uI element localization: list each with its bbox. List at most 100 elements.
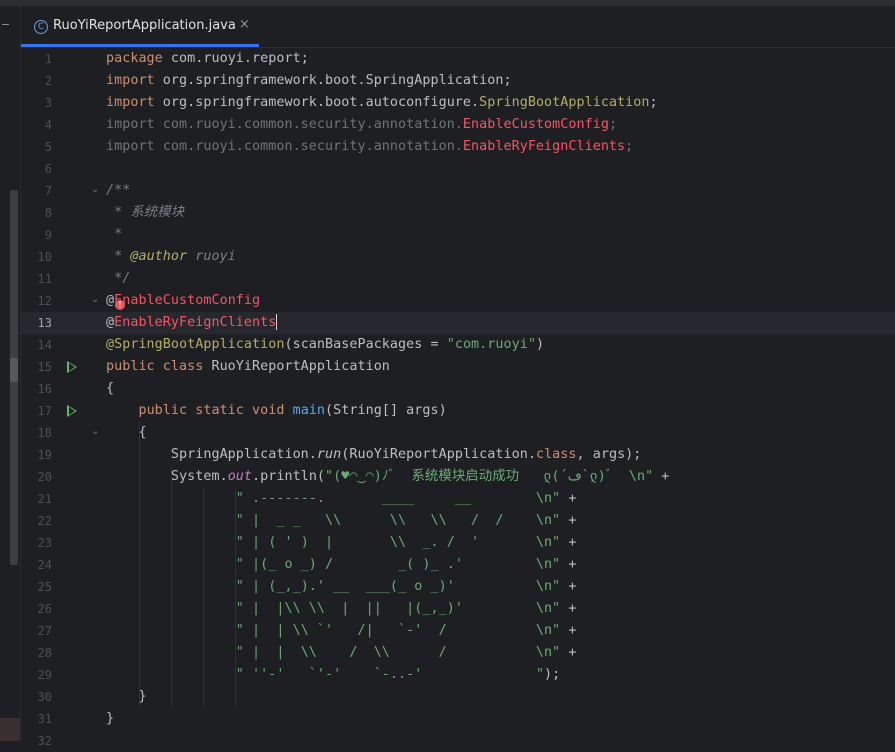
code-line-18[interactable]: 18 ⌄ { — [21, 422, 895, 444]
code-text[interactable]: */ — [106, 268, 130, 290]
run-gutter-icon[interactable] — [67, 405, 77, 417]
code-text[interactable]: @SpringBootApplication(scanBasePackages … — [106, 334, 544, 356]
code-text[interactable]: * @author ruoyi — [106, 246, 236, 268]
line-number[interactable]: 21 — [21, 488, 52, 510]
code-text[interactable]: " | _ _ \\ \\ \\ / / \n" + — [106, 510, 577, 532]
fold-icon[interactable]: ⌄ — [91, 184, 99, 195]
code-text[interactable]: @EnableCustomConfig — [106, 290, 260, 312]
code-text[interactable]: @EnableRyFeignClients — [106, 312, 278, 334]
code-line-32[interactable]: 32 — [21, 730, 895, 752]
code-line-29[interactable]: 29 " ''-' `'-' `-..-' "); — [21, 664, 895, 686]
line-number[interactable]: 24 — [21, 554, 52, 576]
code-line-2[interactable]: 2 import org.springframework.boot.Spring… — [21, 70, 895, 92]
code-line-24[interactable]: 24 " |(_ o _) / _( )_ .' \n" + — [21, 554, 895, 576]
line-number[interactable]: 5 — [21, 136, 52, 158]
left-scrollbar[interactable] — [10, 190, 18, 565]
line-number[interactable]: 20 — [21, 466, 52, 488]
line-number[interactable]: 8 — [21, 202, 52, 224]
code-line-28[interactable]: 28 " | | \\ / \\ / \n" + — [21, 642, 895, 664]
code-line-16[interactable]: 16 { — [21, 378, 895, 400]
code-text[interactable]: " | ( ' ) | \\ _. / ' \n" + — [106, 532, 577, 554]
code-line-10[interactable]: 10 * @author ruoyi — [21, 246, 895, 268]
line-number[interactable]: 19 — [21, 444, 52, 466]
code-text[interactable]: } — [106, 708, 114, 730]
code-text[interactable]: SpringApplication.run(RuoYiReportApplica… — [106, 444, 641, 466]
code-line-11[interactable]: 11 */ — [21, 268, 895, 290]
line-number[interactable]: 3 — [21, 92, 52, 114]
line-number[interactable]: 27 — [21, 620, 52, 642]
error-indicator-icon[interactable]: ! — [115, 300, 125, 310]
code-line-7[interactable]: 7 ⌄ /** — [21, 180, 895, 202]
tab-file-name[interactable]: RuoYiReportApplication.java — [53, 18, 236, 33]
line-number[interactable]: 2 — [21, 70, 52, 92]
code-line-9[interactable]: 9 * — [21, 224, 895, 246]
line-number[interactable]: 18 — [21, 422, 52, 444]
code-editor[interactable]: 1 package com.ruoyi.report; 2 import org… — [21, 48, 895, 748]
line-number[interactable]: 17 — [21, 400, 52, 422]
code-text[interactable]: * 系统模块 — [106, 202, 184, 224]
line-number[interactable]: 16 — [21, 378, 52, 400]
run-gutter-icon[interactable] — [67, 361, 77, 373]
code-text[interactable]: public class RuoYiReportApplication — [106, 356, 390, 378]
code-line-26[interactable]: 26 " | |\\ \\ | || |(_,_)' \n" + — [21, 598, 895, 620]
line-number[interactable]: 26 — [21, 598, 52, 620]
code-line-15[interactable]: 15 public class RuoYiReportApplication — [21, 356, 895, 378]
line-number[interactable]: 28 — [21, 642, 52, 664]
code-text[interactable]: System.out.println("(♥◠‿◠)ﾉﾞ 系统模块启动成功 ლ(… — [106, 466, 669, 488]
code-line-5[interactable]: 5 import com.ruoyi.common.security.annot… — [21, 136, 895, 158]
code-text[interactable]: " |(_ o _) / _( )_ .' \n" + — [106, 554, 577, 576]
code-line-20[interactable]: 20 System.out.println("(♥◠‿◠)ﾉﾞ 系统模块启动成功… — [21, 466, 895, 488]
code-line-3[interactable]: 3 import org.springframework.boot.autoco… — [21, 92, 895, 114]
code-line-22[interactable]: 22 " | _ _ \\ \\ \\ / / \n" + — [21, 510, 895, 532]
close-icon[interactable]: × — [239, 17, 250, 32]
line-number[interactable]: 6 — [21, 158, 52, 180]
code-text[interactable]: import com.ruoyi.common.security.annotat… — [106, 136, 633, 158]
code-text[interactable]: /** — [106, 180, 130, 202]
collapse-icon[interactable] — [2, 24, 9, 25]
line-number[interactable]: 23 — [21, 532, 52, 554]
code-line-27[interactable]: 27 " | | \\ `' /| `-' / \n" + — [21, 620, 895, 642]
line-number[interactable]: 30 — [21, 686, 52, 708]
code-text[interactable]: " | |\\ \\ | || |(_,_)' \n" + — [106, 598, 577, 620]
editor-tab-active[interactable]: C RuoYiReportApplication.java × — [21, 6, 259, 47]
code-text[interactable]: { — [106, 378, 114, 400]
code-text[interactable]: " | (_,_).' __ ___(_ o _)' \n" + — [106, 576, 577, 598]
code-line-23[interactable]: 23 " | ( ' ) | \\ _. / ' \n" + — [21, 532, 895, 554]
line-number[interactable]: 11 — [21, 268, 52, 290]
code-line-19[interactable]: 19 SpringApplication.run(RuoYiReportAppl… — [21, 444, 895, 466]
code-line-25[interactable]: 25 " | (_,_).' __ ___(_ o _)' \n" + — [21, 576, 895, 598]
line-number[interactable]: 13 — [21, 312, 52, 334]
code-text[interactable]: * — [106, 224, 122, 246]
code-text[interactable]: } — [106, 686, 147, 708]
code-line-14[interactable]: 14 @SpringBootApplication(scanBasePackag… — [21, 334, 895, 356]
code-text[interactable]: import com.ruoyi.common.security.annotat… — [106, 114, 617, 136]
code-text[interactable]: " ''-' `'-' `-..-' "); — [106, 664, 560, 686]
line-number[interactable]: 1 — [21, 48, 52, 70]
code-text[interactable]: public static void main(String[] args) — [106, 400, 447, 422]
code-line-6[interactable]: 6 — [21, 158, 895, 180]
code-line-8[interactable]: 8 * 系统模块 — [21, 202, 895, 224]
line-number[interactable]: 29 — [21, 664, 52, 686]
fold-icon[interactable]: ⌄ — [91, 426, 99, 437]
code-text[interactable]: import org.springframework.boot.SpringAp… — [106, 70, 512, 92]
line-number[interactable]: 4 — [21, 114, 52, 136]
line-number[interactable]: 25 — [21, 576, 52, 598]
line-number[interactable]: 14 — [21, 334, 52, 356]
code-text[interactable]: " | | \\ `' /| `-' / \n" + — [106, 620, 577, 642]
code-line-21[interactable]: 21 " .-------. ____ __ \n" + — [21, 488, 895, 510]
code-text[interactable]: " | | \\ / \\ / \n" + — [106, 642, 577, 664]
line-number[interactable]: 31 — [21, 708, 52, 730]
line-number[interactable]: 10 — [21, 246, 52, 268]
line-number[interactable]: 12 — [21, 290, 52, 312]
line-number[interactable]: 15 — [21, 356, 52, 378]
code-text[interactable]: package com.ruoyi.report; — [106, 48, 309, 70]
code-line-30[interactable]: 30 } — [21, 686, 895, 708]
code-line-12[interactable]: 12 ⌄ @EnableCustomConfig — [21, 290, 895, 312]
code-line-4[interactable]: 4 import com.ruoyi.common.security.annot… — [21, 114, 895, 136]
left-scrollbar-thumb[interactable] — [10, 358, 18, 382]
code-line-13[interactable]: ! 13 @EnableRyFeignClients — [21, 300, 895, 334]
line-number[interactable]: 32 — [21, 730, 52, 752]
code-text[interactable]: import org.springframework.boot.autoconf… — [106, 92, 658, 114]
code-line-17[interactable]: 17 public static void main(String[] args… — [21, 400, 895, 422]
code-text[interactable]: " .-------. ____ __ \n" + — [106, 488, 577, 510]
